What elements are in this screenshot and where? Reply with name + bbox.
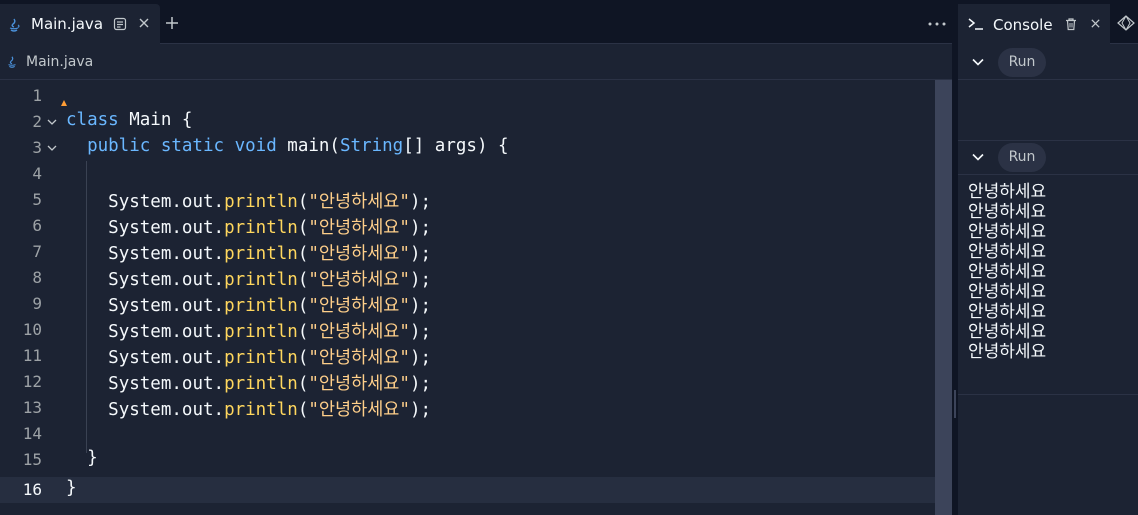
code-line[interactable]: 2 class Main {	[0, 109, 935, 135]
run-output: 안녕하세요 안녕하세요 안녕하세요 안녕하세요 안녕하세요 안녕하세요 안녕하세…	[958, 176, 1138, 395]
code-text: System.out.println("안녕하세요");	[108, 348, 432, 368]
code-text: public static void main(String[] args) {	[87, 136, 509, 156]
chevron-down-icon[interactable]	[972, 57, 984, 67]
line-number: 9	[32, 294, 42, 313]
code-text: class Main {	[66, 110, 193, 130]
breadcrumb-file[interactable]: Main.java	[26, 54, 93, 70]
line-number: 1	[32, 86, 42, 105]
more-options-icon[interactable]	[928, 22, 946, 26]
code-line[interactable]: 15 }	[0, 447, 935, 473]
code-line[interactable]: 10 System.out.println("안녕하세요");	[0, 317, 935, 343]
trash-icon[interactable]	[1064, 17, 1078, 31]
code-line[interactable]: 9 System.out.println("안녕하세요");	[0, 291, 935, 317]
line-number: 7	[32, 242, 42, 261]
run-header: Run	[958, 45, 1138, 80]
line-number: 13	[22, 398, 42, 417]
code-text: System.out.println("안녕하세요");	[108, 244, 432, 264]
code-line[interactable]: 1	[0, 83, 935, 109]
line-number: 6	[32, 216, 42, 235]
code-line-active[interactable]: 16 }	[0, 477, 935, 503]
code-text: }	[87, 448, 98, 468]
run-button[interactable]: Run	[998, 48, 1046, 77]
console-pane: Console Run Run 안녕하세요 안녕하세요 안녕하세요 안녕하세요 …	[958, 0, 1138, 515]
line-number: 16	[22, 480, 42, 499]
code-line[interactable]: 6 System.out.println("안녕하세요");	[0, 213, 935, 239]
line-number: 10	[22, 320, 42, 339]
code-text: System.out.println("안녕하세요");	[108, 296, 432, 316]
code-line[interactable]: 14	[0, 421, 935, 447]
close-console-icon[interactable]	[1090, 18, 1101, 29]
console-tab-bar: Console	[958, 0, 1138, 44]
code-text: System.out.println("안녕하세요");	[108, 322, 432, 342]
divider-handle[interactable]	[954, 390, 956, 418]
console-tab-label: Console	[993, 16, 1053, 34]
code-text: System.out.println("안녕하세요");	[108, 400, 432, 420]
breadcrumb: Main.java	[0, 45, 952, 80]
new-tab-button[interactable]	[164, 15, 180, 31]
fold-chevron-icon[interactable]	[46, 114, 58, 128]
line-number: 5	[32, 190, 42, 209]
close-tab-icon[interactable]	[138, 17, 150, 29]
code-line[interactable]: 3 public static void main(String[] args)…	[0, 135, 935, 161]
editor-scrollbar[interactable]	[935, 80, 952, 515]
shell-icon[interactable]	[1116, 14, 1136, 32]
tab-label: Main.java	[31, 15, 104, 33]
code-text: System.out.println("안녕하세요");	[108, 374, 432, 394]
code-text: System.out.println("안녕하세요");	[108, 192, 432, 212]
tab-main-java[interactable]: Main.java	[0, 4, 160, 44]
line-number: 14	[22, 424, 42, 443]
java-icon	[9, 18, 20, 32]
code-line[interactable]: 11 System.out.println("안녕하세요");	[0, 343, 935, 369]
tab-console[interactable]: Console	[958, 4, 1110, 44]
code-text: }	[66, 478, 77, 498]
code-line[interactable]: 12 System.out.println("안녕하세요");	[0, 369, 935, 395]
chevron-down-icon[interactable]	[972, 152, 984, 162]
editor-pane: Main.java Main.java 1 2 class Main {3 p…	[0, 0, 952, 515]
line-number: 11	[22, 346, 42, 365]
code-line[interactable]: 5 System.out.println("안녕하세요");	[0, 187, 935, 213]
code-text: System.out.println("안녕하세요");	[108, 218, 432, 238]
code-line[interactable]: 8 System.out.println("안녕하세요");	[0, 265, 935, 291]
line-number: 8	[32, 268, 42, 287]
line-number: 3	[32, 138, 42, 157]
line-number: 15	[22, 450, 42, 469]
editor-tab-bar: Main.java	[0, 0, 952, 44]
line-number: 2	[32, 112, 42, 131]
run-button[interactable]: Run	[998, 143, 1046, 172]
code-line[interactable]: 4	[0, 161, 935, 187]
terminal-prompt-icon	[968, 18, 983, 30]
code-editor[interactable]: 1 2 class Main { 3 public static void ma…	[0, 83, 935, 515]
code-text: System.out.println("안녕하세요");	[108, 270, 432, 290]
line-number: 4	[32, 164, 42, 183]
run-header: Run	[958, 140, 1138, 175]
line-number: 12	[22, 372, 42, 391]
console-output: 안녕하세요 안녕하세요 안녕하세요 안녕하세요 안녕하세요 안녕하세요 안녕하세…	[968, 182, 1047, 362]
file-details-icon[interactable]	[113, 17, 127, 31]
run-output-empty	[958, 81, 1138, 141]
fold-chevron-icon[interactable]	[46, 140, 58, 154]
java-icon	[8, 56, 16, 68]
scrollbar-thumb[interactable]	[935, 80, 952, 515]
code-line[interactable]: 7 System.out.println("안녕하세요");	[0, 239, 935, 265]
code-line[interactable]: 13 System.out.println("안녕하세요");	[0, 395, 935, 421]
